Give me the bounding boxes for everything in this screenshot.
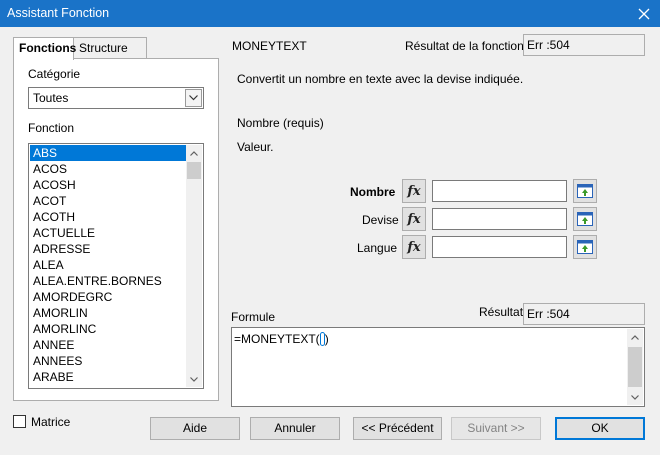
shrink-icon xyxy=(577,212,593,226)
function-wizard-button-nombre[interactable]: fx xyxy=(402,179,426,203)
shrink-button-devise[interactable] xyxy=(573,207,597,231)
function-list-item[interactable]: AMORLINC xyxy=(30,321,186,337)
close-button[interactable] xyxy=(628,0,660,27)
function-list-item[interactable]: ABS xyxy=(30,145,186,161)
close-icon xyxy=(638,8,650,19)
argument-input-devise[interactable] xyxy=(432,208,567,230)
matrix-checkbox[interactable] xyxy=(13,415,26,428)
category-select[interactable]: Toutes xyxy=(28,87,204,109)
function-wizard-button-devise[interactable]: fx xyxy=(402,207,426,231)
parameter-heading: Nombre (requis) xyxy=(237,116,324,130)
scroll-up-icon[interactable] xyxy=(186,145,202,161)
shrink-button-langue[interactable] xyxy=(573,235,597,259)
function-result-value: Err :504 xyxy=(523,34,645,56)
parameter-description: Valeur. xyxy=(237,140,274,154)
function-list-item[interactable]: ACOS xyxy=(30,161,186,177)
formula-text-after: ) xyxy=(324,332,329,346)
scroll-down-icon[interactable] xyxy=(186,371,202,387)
function-name: MONEYTEXT xyxy=(232,39,307,53)
function-list-item[interactable]: AMORLIN xyxy=(30,305,186,321)
shrink-icon xyxy=(577,240,593,254)
scroll-up-icon[interactable] xyxy=(627,329,643,345)
category-label: Catégorie xyxy=(28,67,81,81)
function-result-label: Résultat de la fonction xyxy=(405,39,524,53)
functions-panel: Catégorie Toutes Fonction ABS ACOS ACOSH AC… xyxy=(13,58,219,401)
argument-label-langue: Langue xyxy=(357,241,398,255)
help-button[interactable]: Aide xyxy=(150,417,240,440)
previous-button[interactable]: << Précédent xyxy=(353,417,442,440)
function-list-item[interactable]: ACOTH xyxy=(30,209,186,225)
fx-icon: fx xyxy=(407,239,421,255)
matrix-checkbox-label: Matrice xyxy=(31,415,71,429)
function-list-scrollbar[interactable] xyxy=(186,145,202,387)
shrink-icon xyxy=(577,184,593,198)
argument-label-nombre: Nombre xyxy=(350,185,396,199)
function-list-item[interactable]: ANNEE xyxy=(30,337,186,353)
next-button[interactable]: Suivant >> xyxy=(451,417,541,440)
argument-input-langue[interactable] xyxy=(432,236,567,258)
argument-label-devise: Devise xyxy=(362,213,399,227)
formula-scrollbar[interactable] xyxy=(627,329,643,405)
fx-icon: fx xyxy=(407,211,421,227)
formula-result-label: Résultat xyxy=(479,305,524,319)
function-list-item[interactable]: ARABE xyxy=(30,369,186,385)
window-titlebar: Assistant Fonction xyxy=(0,0,660,27)
formula-editor[interactable]: =MONEYTEXT() xyxy=(231,327,645,407)
function-list-items: ABS ACOS ACOSH ACOT ACOTH ACTUELLE ADRESSE ALEA… xyxy=(30,145,186,388)
ok-button[interactable]: OK xyxy=(555,417,645,440)
chevron-down-icon[interactable] xyxy=(185,89,202,107)
cancel-button[interactable]: Annuler xyxy=(250,417,340,440)
function-list-item[interactable]: ALEA.ENTRE.BORNES xyxy=(30,273,186,289)
function-list-item[interactable]: ACOT xyxy=(30,193,186,209)
function-description: Convertit un nombre en texte avec la dev… xyxy=(237,72,524,86)
fx-icon: fx xyxy=(407,183,421,199)
tab-structure[interactable]: Structure xyxy=(73,37,147,59)
function-list-item[interactable]: ALEA xyxy=(30,257,186,273)
function-list-item[interactable]: ANNEES xyxy=(30,353,186,369)
argument-input-nombre[interactable] xyxy=(432,180,567,202)
function-wizard-button-langue[interactable]: fx xyxy=(402,235,426,259)
scrollbar-thumb[interactable] xyxy=(187,162,201,179)
function-list-item[interactable]: ACOSH xyxy=(30,177,186,193)
function-list-item[interactable]: ARRONDI xyxy=(30,385,186,388)
shrink-button-nombre[interactable] xyxy=(573,179,597,203)
formula-text-before: =MONEYTEXT( xyxy=(234,332,320,346)
function-list-label: Fonction xyxy=(28,121,75,135)
category-value: Toutes xyxy=(33,91,69,105)
formula-text: =MONEYTEXT() xyxy=(234,332,329,346)
function-list-item[interactable]: ACTUELLE xyxy=(30,225,186,241)
window-title: Assistant Fonction xyxy=(7,6,110,20)
function-list-item[interactable]: AMORDEGRC xyxy=(30,289,186,305)
scrollbar-thumb[interactable] xyxy=(628,347,642,387)
function-list[interactable]: ABS ACOS ACOSH ACOT ACOTH ACTUELLE ADRESSE ALEA… xyxy=(28,143,204,389)
formula-result-value: Err :504 xyxy=(523,303,645,325)
formula-label: Formule xyxy=(231,310,276,324)
function-list-item[interactable]: ADRESSE xyxy=(30,241,186,257)
scroll-down-icon[interactable] xyxy=(627,389,643,405)
tab-fonctions[interactable]: Fonctions xyxy=(13,37,76,60)
